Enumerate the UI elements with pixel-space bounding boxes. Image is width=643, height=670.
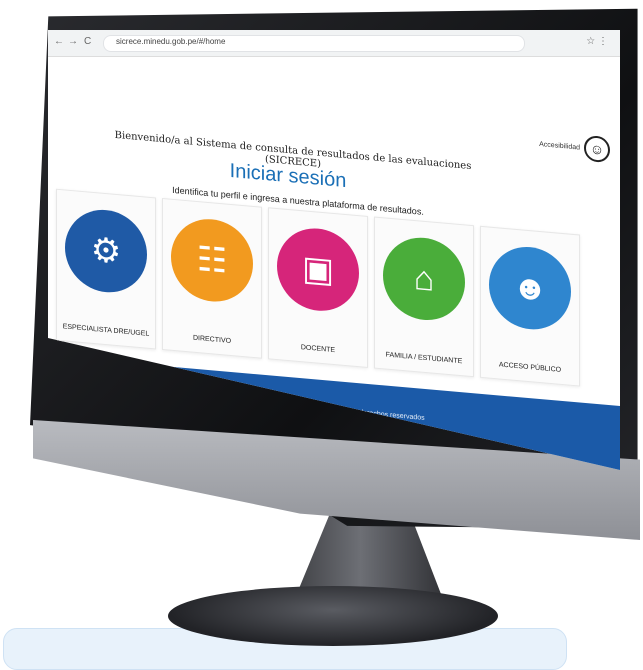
crowd-icon: ☻ [489, 243, 571, 333]
profile-card-especialista[interactable]: ⚙ ESPECIALISTA DRE/UGEL [56, 188, 156, 350]
profile-card-publico[interactable]: ☻ ACCESO PÚBLICO [480, 225, 580, 387]
person-gear-icon: ⚙ [65, 206, 147, 296]
reload-button[interactable]: C [84, 36, 91, 47]
forward-button[interactable]: → [68, 36, 78, 47]
profile-label: ESPECIALISTA DRE/UGEL [62, 323, 150, 338]
back-button[interactable]: ← [54, 36, 64, 47]
browser-toolbar: ← → C sicrece.minedu.gob.pe/#/home ☆ ⋮ [48, 30, 620, 57]
profile-card-docente[interactable]: ▣ DOCENTE [268, 207, 368, 368]
profile-label: ACCESO PÚBLICO [498, 361, 562, 374]
profile-label: DOCENTE [300, 344, 336, 355]
url-text: sicrece.minedu.gob.pe/#/home [116, 37, 226, 46]
browser-icons[interactable]: ☆ ⋮ [586, 36, 608, 47]
monitor-base [168, 586, 498, 646]
profile-card-directivo[interactable]: ☷ DIRECTIVO [162, 197, 262, 359]
group-meeting-icon: ☷ [171, 215, 253, 305]
accessibility-icon[interactable]: ☺ [584, 134, 610, 164]
accessibility-label[interactable]: Accesibilidad [539, 141, 580, 152]
teacher-board-icon: ▣ [277, 225, 359, 315]
house-icon: ⌂ [383, 234, 465, 324]
profile-label: FAMILIA / ESTUDIANTE [385, 351, 463, 366]
profile-label: DIRECTIVO [192, 334, 232, 346]
profile-card-familia[interactable]: ⌂ FAMILIA / ESTUDIANTE [374, 216, 474, 378]
